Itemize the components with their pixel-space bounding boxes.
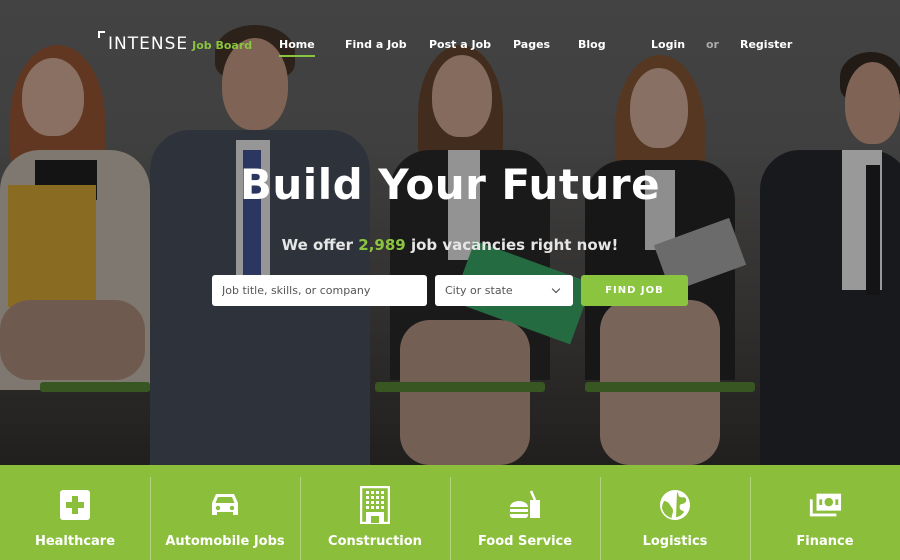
category-healthcare[interactable]: Healthcare: [0, 465, 150, 560]
category-food-service[interactable]: Food Service: [450, 465, 600, 560]
burger-drink-icon: [508, 488, 542, 522]
category-label: Finance: [796, 534, 854, 549]
hero-overlay: [0, 0, 900, 465]
category-construction[interactable]: Construction: [300, 465, 450, 560]
register-link[interactable]: Register: [740, 38, 792, 51]
chevron-down-icon: [551, 284, 561, 294]
subline-prefix: We offer: [281, 236, 359, 254]
category-bar: Healthcare Automobile Jobs Construction: [0, 465, 900, 560]
category-label: Automobile Jobs: [165, 534, 285, 549]
nav-home[interactable]: Home: [279, 38, 315, 57]
hero-headline: Build Your Future: [239, 160, 661, 209]
globe-icon: [658, 488, 692, 522]
job-count: 2,989: [358, 236, 406, 254]
money-icon: [808, 488, 842, 522]
category-label: Logistics: [642, 534, 708, 549]
nav-pages[interactable]: Pages: [513, 38, 550, 51]
location-select[interactable]: City or state: [435, 275, 573, 306]
subline-suffix: job vacancies right now!: [405, 236, 619, 254]
category-logistics[interactable]: Logistics: [600, 465, 750, 560]
nav-post-a-job[interactable]: Post a Job: [429, 38, 491, 51]
find-job-button[interactable]: FIND JOB: [581, 275, 688, 306]
nav-find-a-job[interactable]: Find a Job: [345, 38, 407, 51]
building-icon: [358, 486, 392, 524]
medical-cross-icon: [58, 488, 92, 522]
category-label: Food Service: [477, 534, 573, 549]
nav-blog[interactable]: Blog: [578, 38, 606, 51]
category-finance[interactable]: Finance: [750, 465, 900, 560]
category-label: Construction: [328, 534, 422, 549]
login-register-separator: or: [706, 38, 719, 51]
hero-subline: We offer 2,989 job vacancies right now!: [0, 236, 900, 254]
keyword-search-input[interactable]: [212, 275, 427, 306]
login-link[interactable]: Login: [651, 38, 685, 51]
category-automobile-jobs[interactable]: Automobile Jobs: [150, 465, 300, 560]
hero-background: [0, 0, 900, 465]
car-icon: [208, 488, 242, 522]
main-nav: Home Find a Job Post a Job Pages Blog Lo…: [0, 38, 900, 58]
location-select-value: City or state: [445, 284, 513, 297]
logo-corner-mark: [98, 31, 105, 38]
category-label: Healthcare: [34, 534, 116, 549]
